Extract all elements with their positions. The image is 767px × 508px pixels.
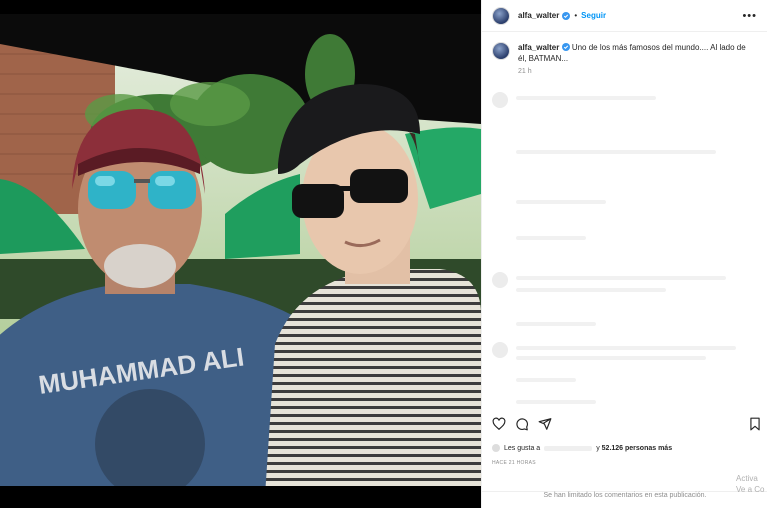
caption-avatar[interactable]	[492, 42, 510, 60]
comment-icon[interactable]	[515, 417, 529, 431]
blurred-comment-line	[516, 236, 586, 240]
watermark-line-1: Activa	[736, 474, 758, 483]
comments-limited-notice: Se han limitado los comentarios en esta …	[482, 491, 767, 499]
blurred-comment-line	[516, 200, 606, 204]
post-modal: MUHAMMAD ALI alfa_walter • Seguir ••• al…	[0, 0, 767, 508]
blurred-comment-line	[516, 400, 596, 404]
blurred-comment-line	[516, 150, 716, 154]
blurred-comment-line	[516, 322, 596, 326]
separator-dot: •	[574, 11, 578, 20]
action-bar	[482, 417, 767, 433]
author-avatar[interactable]	[492, 6, 510, 25]
likes-prefix: Les gusta a	[504, 444, 541, 452]
likes-count[interactable]: 52.126 personas más	[602, 445, 672, 452]
post-sidebar: alfa_walter • Seguir ••• alfa_walter Uno…	[481, 0, 767, 508]
follow-button[interactable]: Seguir	[581, 11, 606, 20]
more-options-icon[interactable]: •••	[742, 10, 757, 22]
blurred-liker-name	[544, 445, 593, 451]
blurred-comment-line	[516, 378, 576, 382]
blurred-comment-line	[516, 96, 656, 100]
author-username[interactable]: alfa_walter	[518, 11, 559, 20]
likes-summary: Les gusta a y 52.126 personas más	[492, 444, 672, 452]
windows-activation-watermark: Activa Ve a Co	[736, 473, 764, 495]
blurred-comment-avatar	[492, 272, 508, 288]
photo-illustration: MUHAMMAD ALI	[0, 14, 481, 496]
verified-badge-icon	[562, 11, 571, 20]
blurred-comment-line	[516, 346, 736, 350]
blurred-comment-avatar	[492, 92, 508, 108]
caption-text-block: alfa_walter Uno de los más famosos del m…	[518, 42, 754, 64]
watermark-line-2: Ve a Co	[736, 485, 765, 494]
blurred-comment-avatar	[492, 342, 508, 358]
heart-icon[interactable]	[492, 417, 506, 431]
bookmark-icon[interactable]	[748, 417, 762, 431]
caption-username[interactable]: alfa_walter	[518, 43, 559, 52]
share-icon[interactable]	[538, 417, 552, 431]
blurred-comment-line	[516, 276, 726, 280]
verified-badge-icon	[561, 43, 570, 51]
post-age: HACE 21 HORAS	[492, 460, 536, 466]
blurred-comment-line	[516, 356, 706, 360]
post-caption: alfa_walter Uno de los más famosos del m…	[482, 32, 767, 64]
blurred-comment-line	[516, 288, 666, 292]
post-photo[interactable]: MUHAMMAD ALI	[0, 14, 481, 496]
likes-conjunction: y	[596, 444, 600, 452]
liker-avatar	[492, 444, 500, 452]
caption-time: 21 h	[518, 68, 532, 75]
post-header: alfa_walter • Seguir •••	[482, 0, 767, 32]
